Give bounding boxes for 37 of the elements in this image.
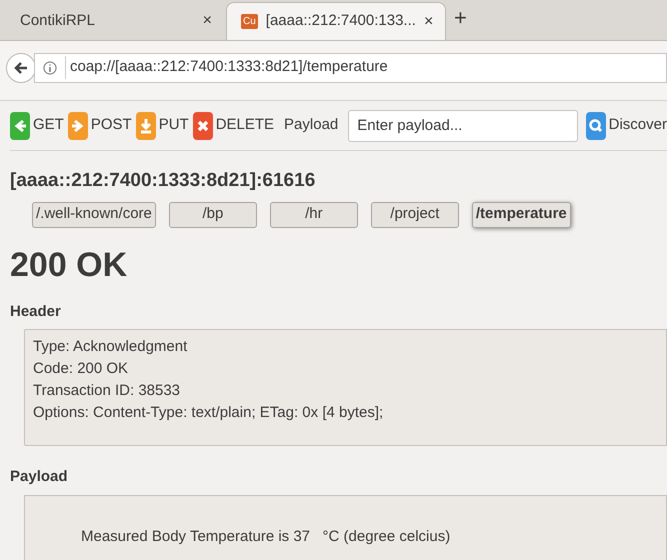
search-icon (586, 112, 606, 140)
payload-label: Payload (284, 115, 338, 136)
method-button[interactable]: POST (68, 112, 132, 140)
browser-tab[interactable]: ContikiRPL × (6, 2, 226, 40)
resource-button[interactable]: /hr (270, 202, 358, 228)
tab-title: [aaaa::212:7400:133... (266, 11, 416, 32)
tab-title: ContikiRPL (20, 10, 96, 31)
resource-button[interactable]: /temperature (472, 202, 571, 228)
back-button[interactable] (6, 52, 36, 82)
method-button[interactable]: DELETE (192, 112, 274, 140)
url-text: coap://[aaaa::212:7400:1333:8d21]/temperature (65, 56, 388, 79)
close-icon[interactable]: × (202, 9, 212, 33)
favicon-icon: Cu (241, 14, 258, 29)
new-tab-button[interactable]: + (446, 1, 475, 40)
section-heading: Payload (10, 467, 69, 487)
payload-text: Measured Body Temperature is 37 °C (degree celcius) (81, 528, 450, 544)
resource-button[interactable]: /project (370, 202, 459, 228)
back-icon (14, 60, 28, 74)
header-line: Transaction ID: 38533 (33, 381, 182, 401)
close-icon[interactable]: × (424, 10, 434, 34)
address-bar[interactable]: coap://[aaaa::212:7400:1333:8d21]/temperature (34, 52, 667, 82)
resource-button[interactable]: /bp (168, 202, 257, 228)
status-heading: 200 OK (10, 244, 128, 286)
download-icon (136, 112, 156, 140)
browser-tab[interactable]: Cu [aaaa::212:7400:133... × (226, 2, 446, 40)
info-icon (43, 60, 57, 74)
endpoint-address: [aaaa::212:7400:1333:8d21]:61616 (10, 169, 316, 193)
header-line: Options: Content-Type: text/plain; ETag: 0x [4 bytes]; (33, 403, 384, 423)
method-button[interactable]: GET (10, 112, 64, 140)
discover-button[interactable]: Discover (586, 112, 667, 140)
x-icon (192, 112, 213, 140)
payload-field[interactable]: Enter payload... (348, 110, 578, 142)
section-heading: Header (10, 302, 62, 322)
header-line: Code: 200 OK (33, 359, 130, 379)
resource-button[interactable]: /.well-known/core (32, 202, 156, 228)
method-button[interactable]: PUT (136, 112, 189, 140)
header-line: Type: Acknowledgment (33, 337, 188, 357)
